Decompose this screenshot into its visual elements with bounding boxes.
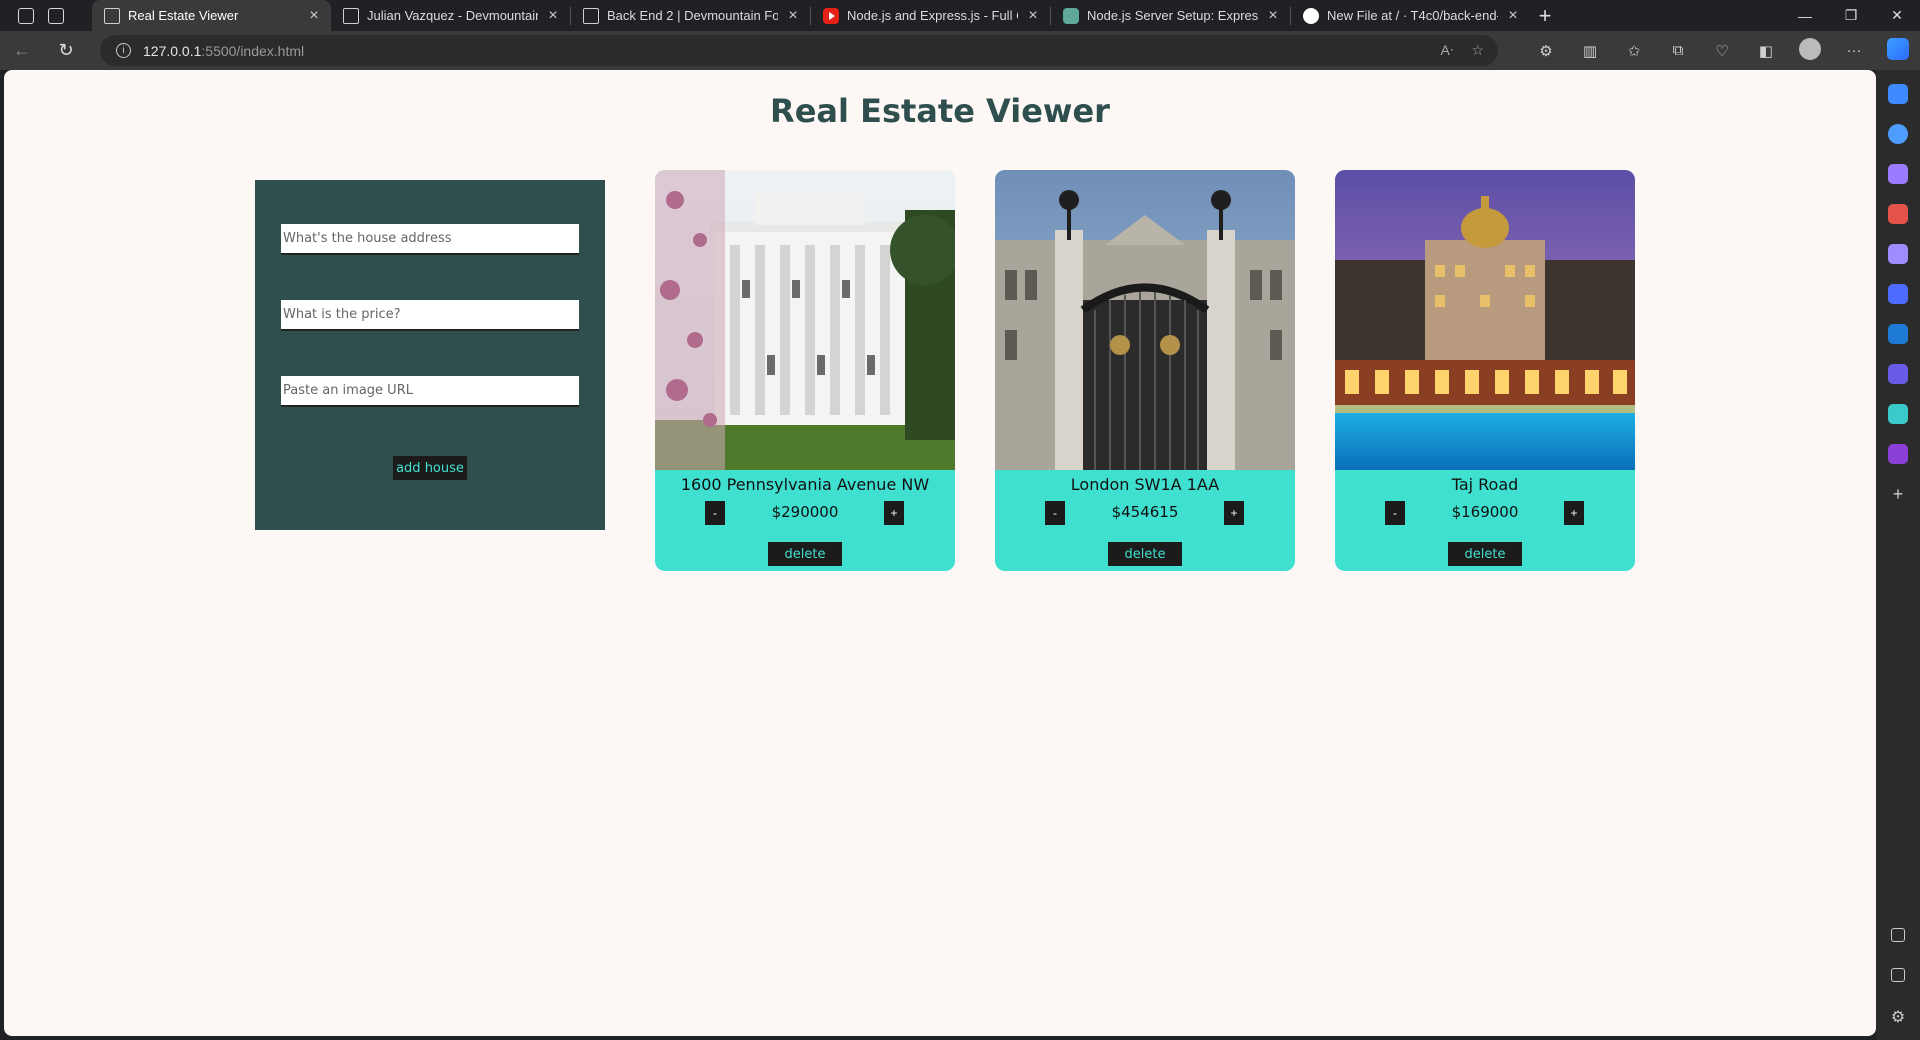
split-screen-icon[interactable]: ▥	[1568, 42, 1612, 60]
tab-real-estate-viewer[interactable]: Real Estate Viewer ×	[92, 0, 331, 31]
youtube-icon	[823, 7, 839, 24]
house-card: London SW1A 1AA - $454615 + delete	[995, 170, 1295, 571]
close-tab-icon[interactable]: ×	[1506, 7, 1520, 25]
tab-chatgpt-node[interactable]: Node.js Server Setup: Express ×	[1051, 0, 1290, 31]
image-url-input[interactable]	[281, 376, 579, 407]
page-viewport: Real Estate Viewer add house	[4, 70, 1876, 1036]
browser-essentials-icon[interactable]: ◧	[1744, 42, 1788, 60]
outlook-icon[interactable]	[1888, 324, 1908, 344]
url-host: 127.0.0.1	[143, 42, 202, 59]
tab-title: New File at / · T4c0/back-end-2	[1327, 8, 1498, 23]
address-bar[interactable]: i 127.0.0.1:5500/index.html Aᐧ ☆	[100, 35, 1498, 66]
designer-icon[interactable]	[1888, 364, 1908, 384]
chatgpt-icon	[1063, 7, 1079, 24]
house-price: $454615	[1111, 503, 1179, 521]
increase-price-button[interactable]: +	[1564, 501, 1584, 525]
profile-avatar[interactable]	[1788, 37, 1832, 64]
tab-title: Julian Vazquez - Devmountain	[367, 8, 538, 23]
page-icon	[104, 7, 120, 24]
tools-icon[interactable]	[1888, 204, 1908, 224]
new-tab-button[interactable]: +	[1530, 0, 1560, 31]
house-address: London SW1A 1AA	[1070, 475, 1220, 494]
tab-title: Back End 2 | Devmountain Found	[607, 8, 778, 23]
url-path: :5500/index.html	[201, 42, 305, 59]
tab-actions	[0, 0, 92, 31]
tab-youtube-node[interactable]: Node.js and Express.js - Full Cour ×	[811, 0, 1050, 31]
house-card: 1600 Pennsylvania Avenue NW - $290000 + …	[655, 170, 955, 571]
add-sidebar-app-icon[interactable]: +	[1888, 484, 1908, 504]
window-controls: — ❐ ✕	[1782, 0, 1920, 31]
page-title: Real Estate Viewer	[770, 92, 1110, 130]
shopping-tag-icon[interactable]	[1888, 164, 1908, 184]
add-house-form: add house	[255, 180, 605, 530]
address-input[interactable]	[281, 224, 579, 255]
tab-github-new-file[interactable]: New File at / · T4c0/back-end-2 ×	[1291, 0, 1530, 31]
house-price: $290000	[771, 503, 839, 521]
price-input[interactable]	[281, 300, 579, 331]
page-icon	[343, 7, 359, 24]
taj-hotel-photo	[1335, 170, 1635, 470]
site-info-icon[interactable]: i	[116, 43, 131, 58]
close-tab-icon[interactable]: ×	[1266, 7, 1280, 25]
address-bar-actions: Aᐧ ☆	[1441, 35, 1484, 66]
send-icon[interactable]	[1888, 404, 1908, 424]
browser-tools: ⚙ ▥ ✩ ⧉ ♡ ◧ ···	[1524, 31, 1920, 70]
copilot-icon[interactable]	[1876, 37, 1920, 64]
external-link-icon[interactable]	[1891, 968, 1905, 982]
workspaces-icon[interactable]	[18, 7, 34, 24]
increase-price-button[interactable]: +	[884, 501, 904, 525]
close-tab-icon[interactable]: ×	[307, 7, 321, 25]
tab-back-end-2[interactable]: Back End 2 | Devmountain Found ×	[571, 0, 810, 31]
tab-title: Real Estate Viewer	[128, 8, 239, 23]
buckingham-palace-gate-photo	[995, 170, 1295, 470]
house-price: $169000	[1451, 503, 1519, 521]
github-icon	[1303, 7, 1319, 24]
toolbar: ← ↻ i 127.0.0.1:5500/index.html Aᐧ ☆ ⚙ ▥…	[0, 31, 1920, 70]
house-address: 1600 Pennsylvania Avenue NW	[680, 475, 930, 494]
notifications-icon[interactable]	[1888, 84, 1908, 104]
restore-icon[interactable]: ❐	[1828, 0, 1874, 31]
extensions-icon[interactable]: ⚙	[1524, 42, 1568, 60]
games-icon[interactable]	[1888, 244, 1908, 264]
close-tab-icon[interactable]: ×	[1026, 7, 1040, 25]
more-menu-icon[interactable]: ···	[1832, 42, 1876, 59]
back-icon[interactable]: ←	[0, 40, 44, 61]
white-house-photo	[655, 170, 955, 470]
tab-actions-icon[interactable]	[48, 7, 64, 24]
copilot-sidebar-icon[interactable]	[1888, 284, 1908, 304]
tab-devmountain-profile[interactable]: Julian Vazquez - Devmountain ×	[331, 0, 570, 31]
tab-title: Node.js Server Setup: Express	[1087, 8, 1258, 23]
increase-price-button[interactable]: +	[1224, 501, 1244, 525]
hide-sidebar-icon[interactable]	[1891, 928, 1905, 942]
refresh-icon[interactable]: ↻	[44, 40, 88, 61]
delete-house-button[interactable]: delete	[768, 542, 842, 566]
performance-icon[interactable]: ♡	[1700, 42, 1744, 60]
tab-title: Node.js and Express.js - Full Cour	[847, 8, 1018, 23]
favorite-star-icon[interactable]: ☆	[1471, 42, 1484, 59]
tab-strip: Real Estate Viewer × Julian Vazquez - De…	[0, 0, 1920, 31]
delete-house-button[interactable]: delete	[1108, 542, 1182, 566]
house-address: Taj Road	[1451, 475, 1519, 494]
add-house-button[interactable]: add house	[393, 456, 467, 480]
onenote-icon[interactable]	[1888, 444, 1908, 464]
favorites-icon[interactable]: ✩	[1612, 42, 1656, 60]
close-tab-icon[interactable]: ×	[786, 7, 800, 25]
minimize-icon[interactable]: —	[1782, 0, 1828, 31]
search-icon[interactable]	[1888, 124, 1908, 144]
close-window-icon[interactable]: ✕	[1874, 0, 1920, 31]
collections-icon[interactable]: ⧉	[1656, 42, 1700, 59]
edge-sidebar: + ⚙	[1876, 70, 1920, 1040]
close-tab-icon[interactable]: ×	[546, 7, 560, 25]
house-card: Taj Road - $169000 + delete	[1335, 170, 1635, 571]
read-aloud-icon[interactable]: Aᐧ	[1441, 42, 1454, 59]
delete-house-button[interactable]: delete	[1448, 542, 1522, 566]
page-icon	[583, 7, 599, 24]
settings-gear-icon[interactable]: ⚙	[1888, 1008, 1908, 1028]
